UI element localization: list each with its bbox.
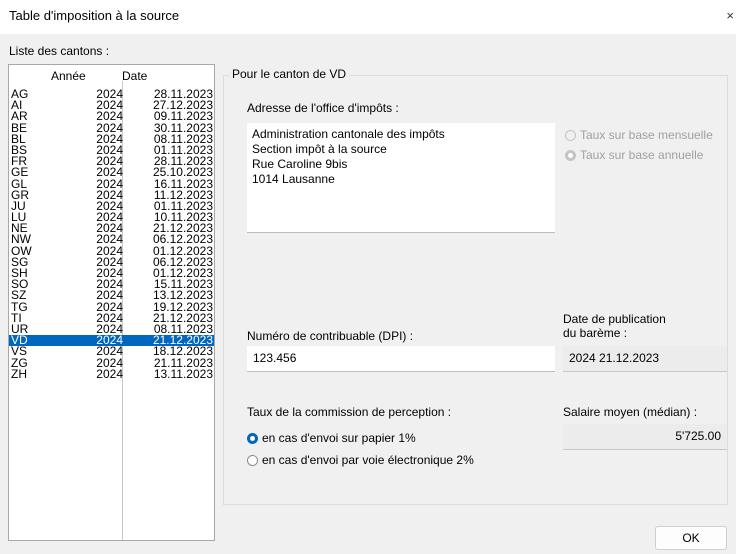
radio-checked-icon [565, 149, 576, 161]
address-line: Section impôt à la source [252, 142, 387, 156]
close-icon[interactable]: × [720, 8, 734, 23]
salary-field: 5'725.00 [563, 424, 727, 450]
radio-unchecked-icon [565, 129, 576, 141]
window-title: Table d'imposition à la source [9, 8, 180, 23]
column-header-year[interactable]: Année [51, 69, 86, 83]
canton-cell-date: 13.11.2023 [153, 366, 213, 381]
salary-label: Salaire moyen (médian) : [563, 405, 698, 419]
radio-label: en cas d'envoi par voie électronique 2% [262, 453, 474, 467]
publication-label-line-1: Date de publication [563, 312, 666, 326]
commission-label: Taux de la commission de perception : [247, 405, 452, 419]
canton-cell-code: ZH [11, 366, 27, 381]
radio-rate-annual[interactable]: Taux sur base annuelle [565, 148, 703, 162]
ok-button[interactable]: OK [655, 526, 727, 550]
group-title: Pour le canton de VD [229, 67, 350, 81]
dpi-label: Numéro de contribuable (DPI) : [247, 329, 414, 343]
publication-label: Date de publication du barème : [563, 312, 666, 340]
address-label: Adresse de l'office d'impôts : [247, 101, 399, 115]
radio-unchecked-icon [247, 454, 258, 466]
address-textbox[interactable]: Administration cantonale des impôts Sect… [247, 123, 555, 233]
list-header: Année Date [9, 69, 214, 83]
column-header-date[interactable]: Date [122, 69, 147, 83]
publication-label-line-2: du barème : [563, 326, 628, 340]
publication-date-field: 2024 21.12.2023 [563, 346, 727, 372]
radio-commission-paper[interactable]: en cas d'envoi sur papier 1% [247, 431, 416, 445]
title-bar: Table d'imposition à la source × [0, 0, 736, 34]
radio-label: Taux sur base annuelle [580, 148, 704, 162]
address-line: 1014 Lausanne [252, 172, 335, 186]
dpi-input[interactable]: 123.456 [247, 346, 555, 372]
radio-label: en cas d'envoi sur papier 1% [262, 431, 416, 445]
address-line: Rue Caroline 9bis [252, 157, 348, 171]
radio-commission-electronic[interactable]: en cas d'envoi par voie électronique 2% [247, 453, 474, 467]
cantons-rows: AG 2024 28.11.2023 AI 2024 27.12.2023 AR 2024 09… [9, 88, 214, 381]
radio-label: Taux sur base mensuelle [580, 128, 713, 142]
canton-row[interactable]: ZH 2024 13.11.2023 [9, 366, 214, 381]
cantons-list-label: Liste des cantons : [9, 44, 110, 58]
radio-checked-icon [247, 432, 258, 444]
address-line: Administration cantonale des impôts [252, 127, 445, 141]
cantons-list[interactable]: Année Date AG 2024 28.11.2023 AI 2024 27.12.2… [8, 64, 215, 541]
radio-rate-monthly[interactable]: Taux sur base mensuelle [565, 128, 713, 142]
canton-cell-year: 2024 [96, 366, 123, 381]
